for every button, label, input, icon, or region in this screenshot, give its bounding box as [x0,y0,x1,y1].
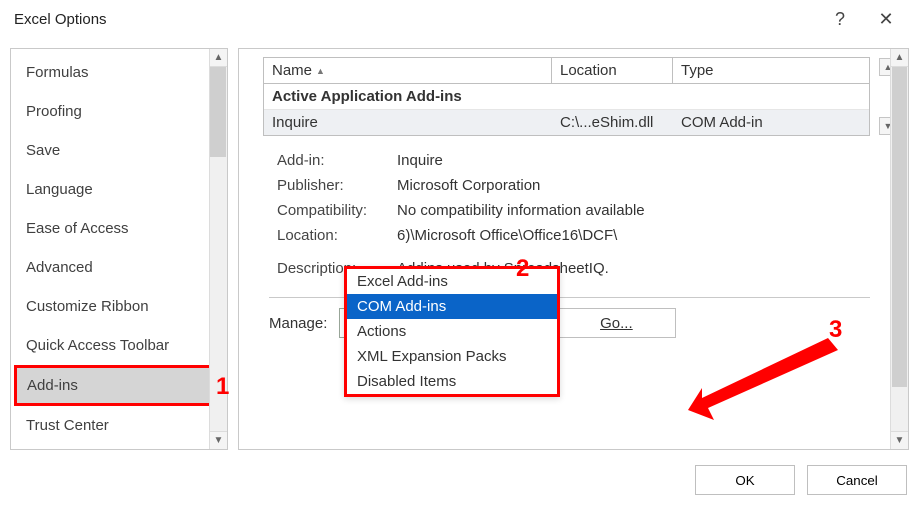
dropdown-item-actions[interactable]: Actions [347,319,557,344]
sidebar-item-save[interactable]: Save [14,131,224,170]
close-button[interactable]: ✕ [863,4,909,34]
sidebar-list: Formulas Proofing Save Language Ease of … [14,53,224,445]
main-scroll-thumb[interactable] [892,67,907,387]
main-scrollbar[interactable]: ▲ ▼ [890,49,908,449]
col-header-type[interactable]: Type [673,58,869,83]
manage-label: Manage: [269,315,327,332]
grid-row[interactable]: Inquire C:\...eShim.dll COM Add-in [264,110,869,135]
sidebar-item-proofing[interactable]: Proofing [14,92,224,131]
addin-details: Add-in:Inquire Publisher:Microsoft Corpo… [263,150,870,283]
sidebar-item-trust-center[interactable]: Trust Center [14,406,224,445]
scroll-down-icon[interactable]: ▼ [210,431,227,449]
dialog-footer: OK Cancel [695,465,907,495]
annotation-2: 2 [516,255,529,283]
sidebar-scroll-thumb[interactable] [210,67,226,157]
cell-location: C:\...eShim.dll [552,110,673,135]
value-addin: Inquire [397,152,870,169]
sidebar-item-ease-of-access[interactable]: Ease of Access [14,209,224,248]
go-button[interactable]: Go... [556,308,676,338]
help-button[interactable]: ? [817,4,863,34]
value-location: 6)\Microsoft Office\Office16\DCF\ [397,227,870,244]
sidebar-item-formulas[interactable]: Formulas [14,53,224,92]
window-title: Excel Options [10,11,817,28]
sidebar: Formulas Proofing Save Language Ease of … [10,48,228,450]
ok-button[interactable]: OK [695,465,795,495]
addins-grid: Name ▲ Location Type Active Application … [263,57,870,136]
dropdown-item-disabled-items[interactable]: Disabled Items [347,369,557,394]
sidebar-item-advanced[interactable]: Advanced [14,248,224,287]
label-location: Location: [277,227,397,244]
annotation-1: 1 [216,373,229,401]
go-button-text: Go... [600,315,633,332]
cell-type: COM Add-in [673,110,869,135]
label-addin: Add-in: [277,152,397,169]
main-panel: Name ▲ Location Type Active Application … [238,48,909,450]
grid-section-active: Active Application Add-ins [264,84,869,110]
dropdown-item-com-addins[interactable]: COM Add-ins [347,294,557,319]
dropdown-item-xml-expansion-packs[interactable]: XML Expansion Packs [347,344,557,369]
label-compatibility: Compatibility: [277,202,397,219]
cell-name: Inquire [264,110,552,135]
grid-header-row: Name ▲ Location Type [264,58,869,84]
sidebar-item-customize-ribbon[interactable]: Customize Ribbon [14,287,224,326]
value-compatibility: No compatibility information available [397,202,870,219]
col-header-name[interactable]: Name ▲ [264,58,552,83]
sidebar-item-language[interactable]: Language [14,170,224,209]
sidebar-item-add-ins[interactable]: Add-ins [14,365,224,406]
addins-grid-wrap: Name ▲ Location Type Active Application … [263,57,898,136]
main-scroll-down-icon[interactable]: ▼ [891,431,908,449]
manage-dropdown-popup: Excel Add-ins COM Add-ins Actions XML Ex… [344,266,560,397]
main-scroll-up-icon[interactable]: ▲ [891,49,908,67]
titlebar: Excel Options ? ✕ [0,0,919,38]
sidebar-item-quick-access-toolbar[interactable]: Quick Access Toolbar [14,326,224,365]
annotation-3: 3 [829,316,842,344]
value-publisher: Microsoft Corporation [397,177,870,194]
col-header-location[interactable]: Location [552,58,673,83]
scroll-up-icon[interactable]: ▲ [210,49,227,67]
col-header-name-text: Name [272,62,312,79]
label-publisher: Publisher: [277,177,397,194]
cancel-button[interactable]: Cancel [807,465,907,495]
sort-asc-icon: ▲ [316,66,325,76]
grid-body: Active Application Add-ins Inquire C:\..… [264,84,869,135]
